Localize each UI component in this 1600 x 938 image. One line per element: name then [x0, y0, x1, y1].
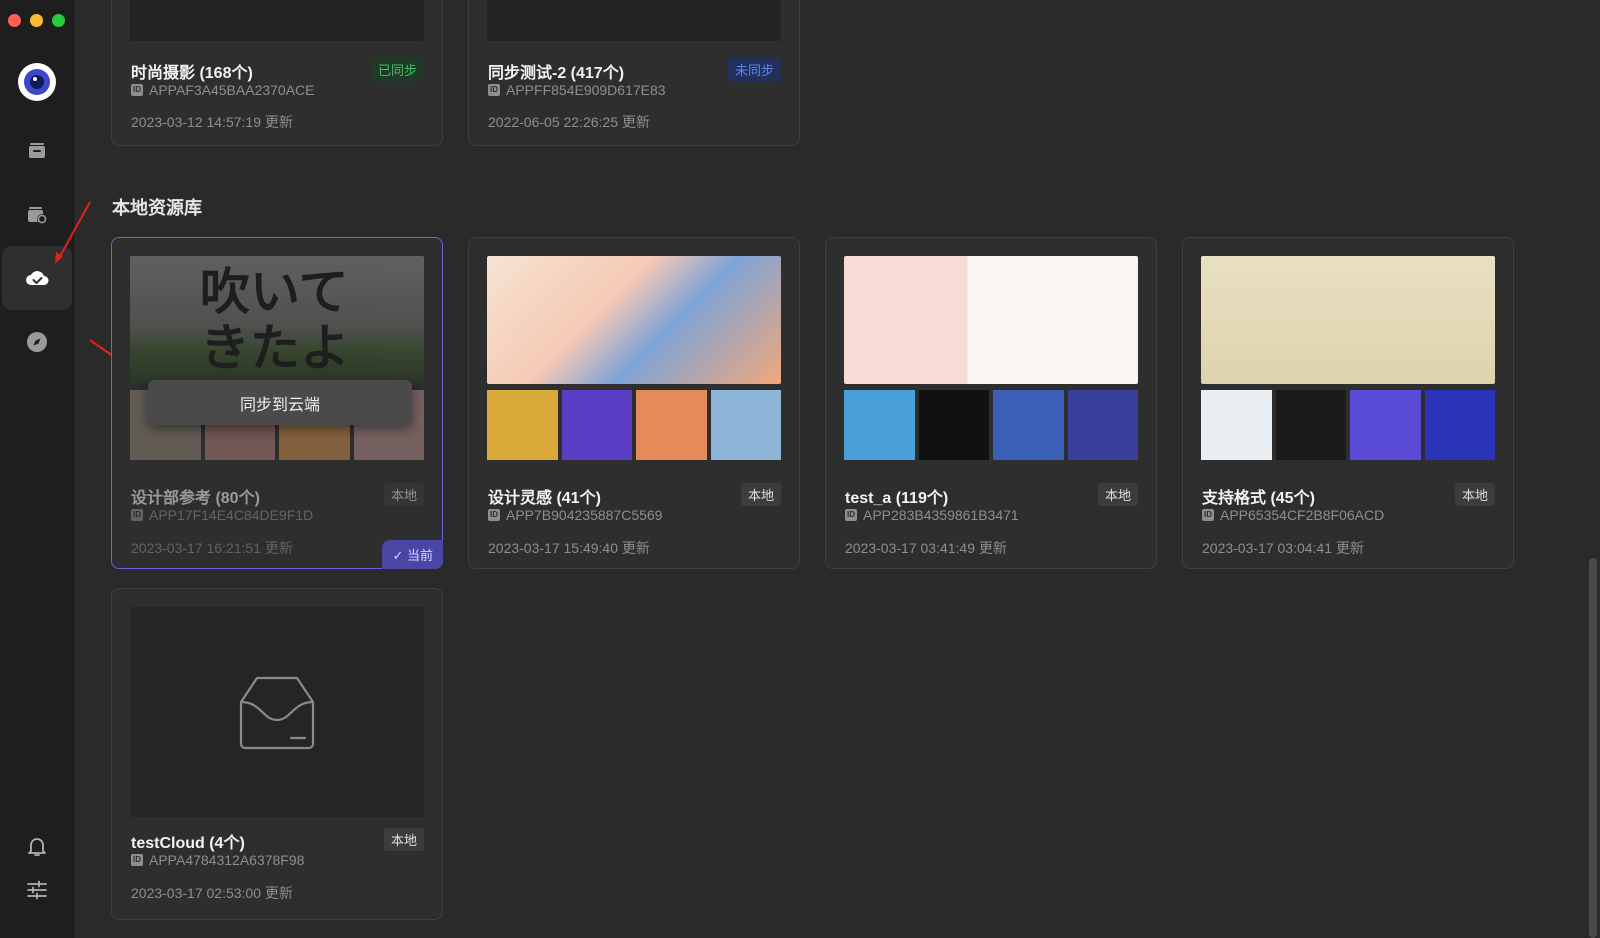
library-card-local-2[interactable]: 设计灵感 (41个) 本地 ID APP7B904235887C5569 2023… — [468, 237, 800, 569]
scrollbar[interactable] — [1586, 0, 1600, 938]
library-name: 设计灵感 (41个) — [488, 490, 601, 507]
library-name: 支持格式 (45个) — [1202, 490, 1315, 507]
compass-icon — [27, 332, 47, 352]
cloud-check-icon — [26, 271, 49, 285]
settings-button[interactable] — [0, 858, 74, 922]
id-icon: ID — [131, 84, 143, 96]
id-icon: ID — [845, 509, 857, 521]
library-id: APP17F14E4C84DE9F1D — [149, 507, 314, 523]
bell-icon — [28, 838, 46, 856]
library-type-badge: 本地 — [740, 483, 781, 506]
id-icon: ID — [131, 854, 143, 866]
library-id: APP283B4359861B3471 — [863, 507, 1019, 523]
sidebar — [0, 0, 74, 938]
library-updated-date: 2023-03-17 03:04:41 更新 — [1202, 540, 1364, 556]
empty-inbox-icon — [239, 676, 315, 750]
library-cover-image — [1201, 256, 1495, 384]
library-thumbnails — [1201, 390, 1495, 460]
sync-status-badge: 已同步 — [370, 58, 424, 81]
library-card-local-5[interactable]: testCloud (4个) 本地 ID APPA4784312A6378F98 … — [111, 588, 443, 920]
annotation-arrow — [55, 201, 91, 264]
library-card-cloud-1[interactable]: 时尚摄影 (168个) 已同步 ID APPAF3A45BAA2370ACE 20… — [111, 0, 443, 146]
library-icon — [29, 143, 45, 158]
library-nav-button[interactable] — [0, 118, 74, 182]
id-icon: ID — [131, 509, 143, 521]
library-type-badge: 本地 — [383, 828, 424, 851]
library-thumbnails — [844, 390, 1138, 460]
id-icon: ID — [488, 509, 500, 521]
id-icon: ID — [488, 84, 500, 96]
library-id: APP7B904235887C5569 — [506, 507, 663, 523]
library-type-badge: 本地 — [1097, 483, 1138, 506]
library-id: APPFF854E909D617E83 — [506, 82, 666, 98]
library-updated-date: 2022-06-05 22:26:25 更新 — [488, 114, 650, 130]
cloud-library-icon — [28, 207, 47, 224]
library-cover-image — [844, 256, 1138, 384]
library-updated-date: 2023-03-17 15:49:40 更新 — [488, 540, 650, 556]
scrollbar-thumb[interactable] — [1589, 558, 1597, 938]
library-name: 设计部参考 (80个) — [131, 490, 260, 507]
library-cover-image — [487, 256, 781, 384]
library-updated-date: 2023-03-17 16:21:51 更新 — [131, 540, 293, 556]
library-cover-empty — [130, 607, 424, 817]
window-minimize-button[interactable] — [30, 14, 43, 27]
library-thumbnails — [487, 390, 781, 460]
library-id: APPA4784312A6378F98 — [149, 852, 305, 868]
current-library-tag: ✓ 当前 — [382, 540, 443, 569]
sync-status-badge: 未同步 — [727, 58, 781, 81]
section-title: 本地资源库 — [112, 198, 202, 218]
library-card-local-3[interactable]: test_a (119个) 本地 ID APP283B4359861B3471 2… — [825, 237, 1157, 569]
sync-to-cloud-menu-item[interactable]: 同步到云端 — [148, 380, 412, 425]
library-name: 同步测试-2 (417个) — [488, 65, 625, 82]
library-cover-image: 吹いて きたよ — [130, 256, 424, 384]
library-card-local-4[interactable]: 支持格式 (45个) 本地 ID APP65354CF2B8F06ACD 2023… — [1182, 237, 1514, 569]
library-id: APP65354CF2B8F06ACD — [1220, 507, 1385, 523]
library-type-badge: 本地 — [383, 483, 424, 506]
library-name: testCloud (4个) — [131, 835, 245, 852]
window-zoom-button[interactable] — [52, 14, 65, 27]
app-logo-icon[interactable] — [18, 63, 56, 101]
library-updated-date: 2023-03-17 02:53:00 更新 — [131, 885, 293, 901]
library-name: 时尚摄影 (168个) — [131, 65, 253, 82]
id-icon: ID — [1202, 509, 1214, 521]
discover-nav-button[interactable] — [0, 310, 74, 374]
window-close-button[interactable] — [8, 14, 21, 27]
library-card-cloud-2[interactable]: 同步测试-2 (417个) 未同步 ID APPFF854E909D617E83 … — [468, 0, 800, 146]
settings-sliders-icon — [27, 880, 47, 900]
library-name: test_a (119个) — [845, 490, 949, 507]
library-id: APPAF3A45BAA2370ACE — [149, 82, 315, 98]
library-updated-date: 2023-03-17 03:41:49 更新 — [845, 540, 1007, 556]
library-type-badge: 本地 — [1454, 483, 1495, 506]
library-updated-date: 2023-03-12 14:57:19 更新 — [131, 114, 293, 130]
